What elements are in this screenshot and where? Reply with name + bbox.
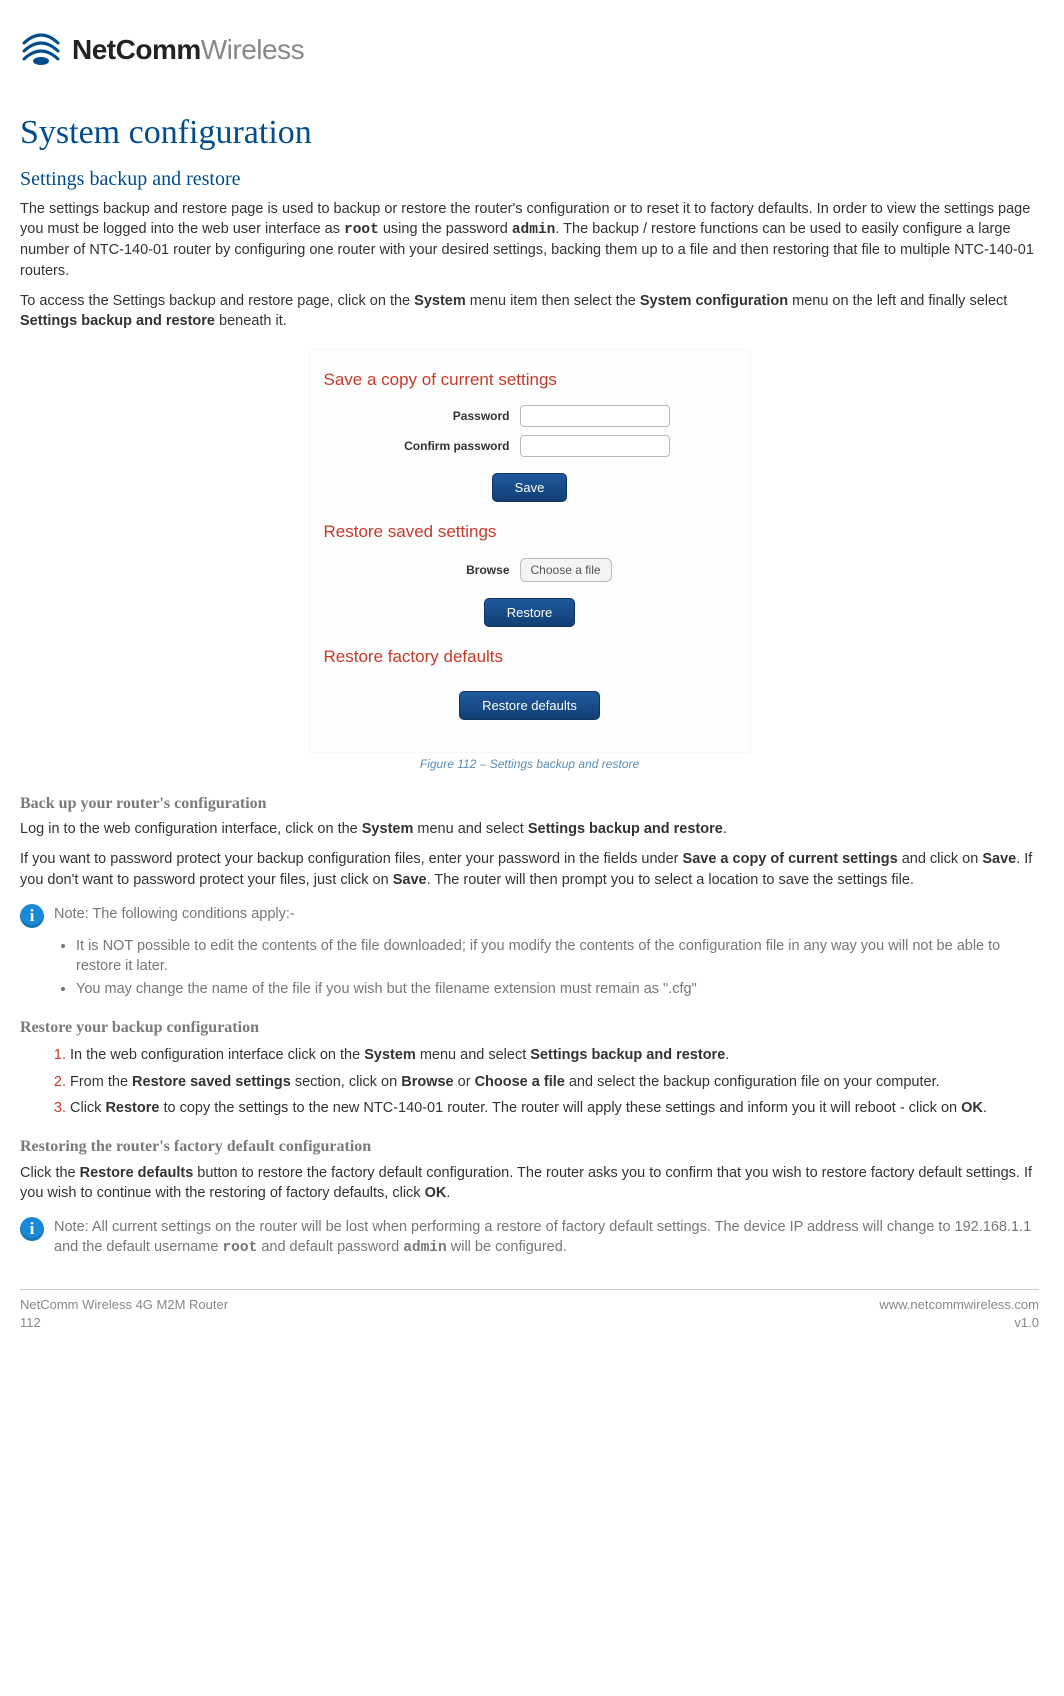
brand-logo: NetCommWireless	[20, 30, 1039, 69]
screenshot-panel: Save a copy of current settings Password…	[310, 350, 750, 752]
note-conditions-list: It is NOT possible to edit the contents …	[56, 936, 1039, 999]
figure-caption: Figure 112 – Settings backup and restore	[20, 756, 1039, 773]
footer-left: NetComm Wireless 4G M2M Router 112	[20, 1296, 228, 1332]
ss-password-label: Password	[310, 408, 520, 425]
ss-confirm-password-input[interactable]	[520, 435, 670, 457]
intro-paragraph-2: To access the Settings backup and restor…	[20, 291, 1039, 332]
logo-text: NetCommWireless	[72, 30, 304, 69]
section-heading-settings: Settings backup and restore	[20, 165, 1039, 193]
note-bullet-1: It is NOT possible to edit the contents …	[76, 936, 1039, 977]
ss-heading-save: Save a copy of current settings	[324, 368, 750, 392]
note-factory: i Note: All current settings on the rout…	[20, 1217, 1039, 1259]
ss-save-button[interactable]: Save	[492, 473, 568, 502]
backup-para-1: Log in to the web configuration interfac…	[20, 819, 1039, 839]
logo-bold: NetComm	[72, 34, 201, 65]
page-footer: NetComm Wireless 4G M2M Router 112 www.n…	[20, 1296, 1039, 1332]
subheading-backup: Back up your router's configuration	[20, 793, 1039, 815]
ss-restore-button[interactable]: Restore	[484, 598, 576, 627]
logo-light: Wireless	[201, 34, 304, 65]
ss-browse-label: Browse	[310, 562, 520, 579]
note-bullet-2: You may change the name of the file if y…	[76, 979, 1039, 999]
note-factory-text: Note: All current settings on the router…	[54, 1217, 1039, 1259]
factory-para: Click the Restore defaults button to res…	[20, 1163, 1039, 1204]
subheading-factory: Restoring the router's factory default c…	[20, 1136, 1039, 1158]
note-conditions-text: Note: The following conditions apply:-	[54, 904, 295, 924]
info-icon: i	[20, 904, 44, 928]
backup-para-2: If you want to password protect your bac…	[20, 849, 1039, 890]
screenshot-figure: Save a copy of current settings Password…	[20, 350, 1039, 752]
note-conditions: i Note: The following conditions apply:-	[20, 904, 1039, 928]
ss-restore-defaults-button[interactable]: Restore defaults	[459, 691, 600, 720]
restore-step-3: Click Restore to copy the settings to th…	[70, 1098, 1039, 1118]
intro-paragraph-1: The settings backup and restore page is …	[20, 199, 1039, 281]
page-title: System configuration	[20, 109, 1039, 157]
ss-heading-restore: Restore saved settings	[324, 520, 750, 544]
subheading-restore: Restore your backup configuration	[20, 1017, 1039, 1039]
ss-confirm-password-label: Confirm password	[310, 438, 520, 455]
ss-password-input[interactable]	[520, 405, 670, 427]
ss-choose-file-button[interactable]: Choose a file	[520, 558, 612, 582]
info-icon: i	[20, 1217, 44, 1241]
logo-icon	[20, 31, 62, 69]
restore-steps: In the web configuration interface click…	[20, 1045, 1039, 1118]
footer-right: www.netcommwireless.com v1.0	[879, 1296, 1039, 1332]
footer-divider	[20, 1289, 1039, 1290]
restore-step-2: From the Restore saved settings section,…	[70, 1072, 1039, 1092]
restore-step-1: In the web configuration interface click…	[70, 1045, 1039, 1065]
ss-heading-defaults: Restore factory defaults	[324, 645, 750, 669]
